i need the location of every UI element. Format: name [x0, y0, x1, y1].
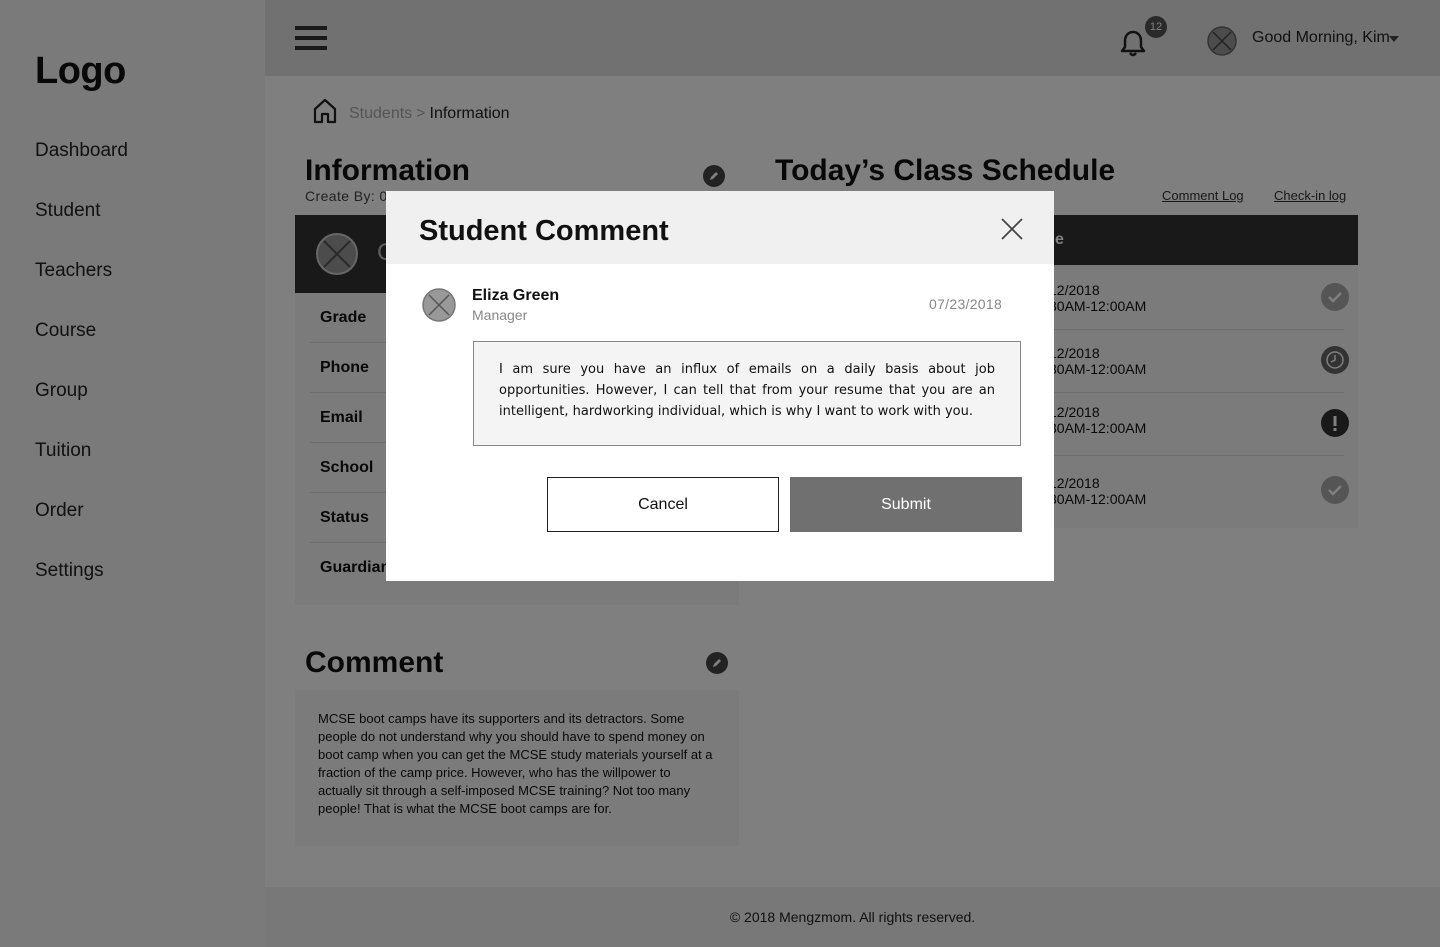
student-comment-modal: Student Comment Eliza Green Manager 07/2… — [386, 191, 1054, 581]
cancel-button[interactable]: Cancel — [547, 477, 779, 532]
modal-title: Student Comment — [419, 215, 669, 247]
commenter-avatar — [422, 288, 456, 327]
comment-textarea[interactable]: I am sure you have an influx of emails o… — [473, 341, 1021, 446]
close-icon[interactable] — [1000, 217, 1024, 246]
submit-button[interactable]: Submit — [790, 477, 1022, 532]
commenter-role: Manager — [472, 307, 528, 323]
comment-date: 07/23/2018 — [929, 296, 1003, 312]
commenter-name: Eliza Green — [472, 287, 560, 304]
modal-header: Student Comment — [386, 191, 1054, 264]
